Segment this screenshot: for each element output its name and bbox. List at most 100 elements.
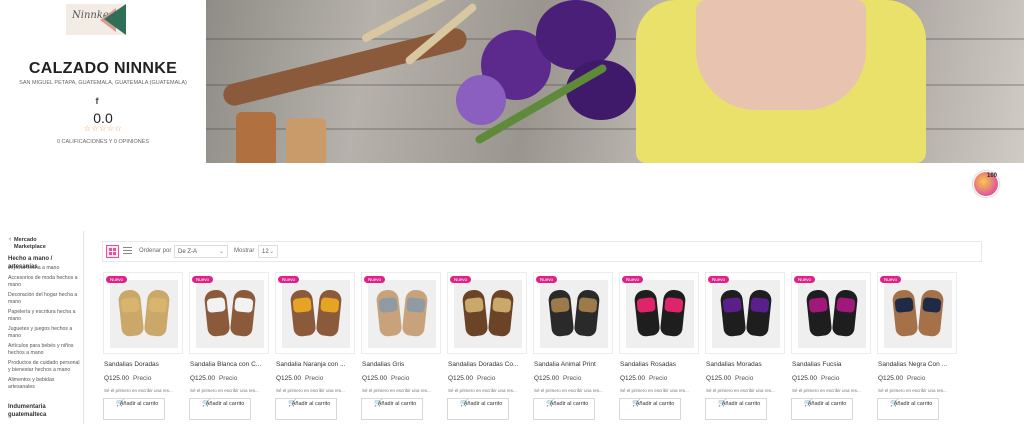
product-price: Q125.00 bbox=[534, 375, 559, 382]
product-item: Nuevo Sandalias Doradas Q125.00 Precio Sé el… bbox=[103, 272, 183, 424]
product-image[interactable] bbox=[798, 280, 866, 348]
product-name[interactable]: Sandalia Animal Print bbox=[534, 361, 614, 368]
product-card[interactable]: Nuevo bbox=[533, 272, 613, 354]
cart-icon: 🛒 bbox=[202, 400, 211, 407]
product-name[interactable]: Sandalias Doradas bbox=[104, 361, 184, 368]
product-item: Nuevo Sandalias Doradas Co... Q125.00 Preci… bbox=[447, 272, 527, 424]
product-price-row: Q125.00 Precio bbox=[534, 375, 581, 382]
shoe-left bbox=[633, 288, 661, 338]
product-review-prompt[interactable]: Sé el primero en escribir una res... bbox=[620, 388, 700, 393]
product-item: Nuevo Sandalia Blanca con C... Q125.00 Prec… bbox=[189, 272, 269, 424]
product-price: Q125.00 bbox=[362, 375, 387, 382]
product-image[interactable] bbox=[626, 280, 694, 348]
product-card[interactable]: Nuevo bbox=[361, 272, 441, 354]
product-review-prompt[interactable]: Sé el primero en escribir una res... bbox=[792, 388, 872, 393]
product-item: Nuevo Sandalias Moradas Q125.00 Precio Sé el… bbox=[705, 272, 785, 424]
add-to-cart-button[interactable]: 🛒 Añadir al carrito bbox=[103, 398, 165, 420]
sidebar-title[interactable]: Mercado Marketplace bbox=[14, 237, 64, 251]
product-image[interactable] bbox=[884, 280, 952, 348]
add-to-cart-button[interactable]: 🛒 Añadir al carrito bbox=[877, 398, 939, 420]
add-to-cart-button[interactable]: 🛒 Añadir al carrito bbox=[791, 398, 853, 420]
grid-view-icon[interactable] bbox=[106, 245, 119, 258]
show-select[interactable]: 12 ⌄ bbox=[258, 245, 278, 258]
shoe-left bbox=[805, 288, 833, 338]
product-review-prompt[interactable]: Sé el primero en escribir una res... bbox=[104, 388, 184, 393]
sidebar-item[interactable]: Productos de cuidado personal y bienesta… bbox=[8, 360, 82, 373]
product-image[interactable] bbox=[282, 280, 350, 348]
product-name[interactable]: Sandalias Fucsia bbox=[792, 361, 872, 368]
product-image[interactable] bbox=[712, 280, 780, 348]
sidebar-item[interactable]: Juguetes y juegos hechos a mano bbox=[8, 326, 82, 339]
store-logo[interactable]: Ninnke bbox=[66, 4, 126, 35]
shoe-right bbox=[487, 288, 515, 338]
product-image[interactable] bbox=[368, 280, 436, 348]
product-price-label: Precio bbox=[476, 375, 496, 382]
rating-count[interactable]: 0 CALIFICACIONES Y 0 OPINIONES bbox=[0, 139, 206, 145]
product-name[interactable]: Sandalias Negra Con ... bbox=[878, 361, 958, 368]
product-price-label: Precio bbox=[390, 375, 410, 382]
sidebar-item[interactable]: Alimentos y bebidas artesanales bbox=[8, 377, 82, 390]
yellow-sandal-insole bbox=[696, 0, 866, 110]
add-to-cart-button[interactable]: 🛒 Añadir al carrito bbox=[533, 398, 595, 420]
add-to-cart-button[interactable]: 🛒 Añadir al carrito bbox=[189, 398, 251, 420]
sidebar-item[interactable]: Decoración del hogar hecha a mano bbox=[8, 292, 82, 305]
product-review-prompt[interactable]: Sé el primero en escribir una res... bbox=[448, 388, 528, 393]
product-name[interactable]: Sandalia Blanca con C... bbox=[190, 361, 270, 368]
product-review-prompt[interactable]: Sé el primero en escribir una res... bbox=[706, 388, 786, 393]
product-name[interactable]: Sandalias Gris bbox=[362, 361, 442, 368]
add-to-cart-button[interactable]: 🛒 Añadir al carrito bbox=[619, 398, 681, 420]
product-card[interactable]: Nuevo bbox=[275, 272, 355, 354]
product-image[interactable] bbox=[540, 280, 608, 348]
add-to-cart-button[interactable]: 🛒 Añadir al carrito bbox=[447, 398, 509, 420]
product-item: Nuevo Sandalias Fucsia Q125.00 Precio Sé el … bbox=[791, 272, 871, 424]
chevron-left-icon[interactable]: ‹ bbox=[9, 236, 11, 243]
product-card[interactable]: Nuevo bbox=[103, 272, 183, 354]
product-card[interactable]: Nuevo bbox=[791, 272, 871, 354]
sort-select[interactable]: De Z-A ⌄ bbox=[174, 245, 228, 258]
sidebar-item[interactable]: Papelería y escritura hecha a mano bbox=[8, 309, 82, 322]
shoe-left bbox=[547, 288, 575, 338]
product-image[interactable] bbox=[110, 280, 178, 348]
sidebar-item[interactable]: Accesorios de moda hechos a mano bbox=[8, 275, 82, 288]
shoe-right bbox=[917, 288, 945, 338]
product-price-label: Precio bbox=[304, 375, 324, 382]
product-price-row: Q125.00 Precio bbox=[190, 375, 237, 382]
sidebar-section-clothing[interactable]: Indumentaria guatemalteca bbox=[8, 403, 80, 419]
product-item: Nuevo Sandalia Naranja con ... Q125.00 Prec… bbox=[275, 272, 355, 424]
product-item: Nuevo Sandalia Animal Print Q125.00 Precio S… bbox=[533, 272, 613, 424]
product-review-prompt[interactable]: Sé el primero en escribir una res... bbox=[878, 388, 958, 393]
shoe-left bbox=[289, 288, 317, 338]
product-review-prompt[interactable]: Sé el primero en escribir una res... bbox=[190, 388, 270, 393]
product-image[interactable] bbox=[196, 280, 264, 348]
product-name[interactable]: Sandalias Rosadas bbox=[620, 361, 700, 368]
sidebar-item[interactable]: Artículos para bebés y niños hechos a ma… bbox=[8, 343, 82, 356]
add-to-cart-button[interactable]: 🛒 Añadir al carrito bbox=[275, 398, 337, 420]
store-banner-image bbox=[206, 0, 1024, 163]
product-name[interactable]: Sandalia Naranja con ... bbox=[276, 361, 356, 368]
badge-100-icon[interactable]: 100 bbox=[973, 171, 999, 197]
product-review-prompt[interactable]: Sé el primero en escribir una res... bbox=[276, 388, 356, 393]
product-review-prompt[interactable]: Sé el primero en escribir una res... bbox=[534, 388, 614, 393]
add-to-cart-button[interactable]: 🛒 Añadir al carrito bbox=[361, 398, 423, 420]
product-card[interactable]: Nuevo bbox=[619, 272, 699, 354]
shoe-left bbox=[461, 288, 489, 338]
new-badge: Nuevo bbox=[106, 276, 128, 283]
product-review-prompt[interactable]: Sé el primero en escribir una res... bbox=[362, 388, 442, 393]
product-card[interactable]: Nuevo bbox=[877, 272, 957, 354]
heel-shoe bbox=[286, 118, 326, 163]
chevron-down-icon: ⌄ bbox=[218, 249, 224, 255]
product-card[interactable]: Nuevo bbox=[705, 272, 785, 354]
product-price: Q125.00 bbox=[792, 375, 817, 382]
product-card[interactable]: Nuevo bbox=[189, 272, 269, 354]
product-name[interactable]: Sandalias Moradas bbox=[706, 361, 786, 368]
sidebar-item[interactable]: Joyería hecha a mano bbox=[8, 265, 82, 272]
product-card[interactable]: Nuevo bbox=[447, 272, 527, 354]
add-to-cart-button[interactable]: 🛒 Añadir al carrito bbox=[705, 398, 767, 420]
sort-label: Ordenar por bbox=[139, 248, 172, 254]
product-name[interactable]: Sandalias Doradas Co... bbox=[448, 361, 528, 368]
product-image[interactable] bbox=[454, 280, 522, 348]
list-view-icon[interactable] bbox=[123, 246, 132, 256]
chevron-down-icon: ⌄ bbox=[268, 249, 274, 255]
facebook-icon[interactable]: f bbox=[93, 96, 101, 106]
product-price-row: Q125.00 Precio bbox=[104, 375, 151, 382]
